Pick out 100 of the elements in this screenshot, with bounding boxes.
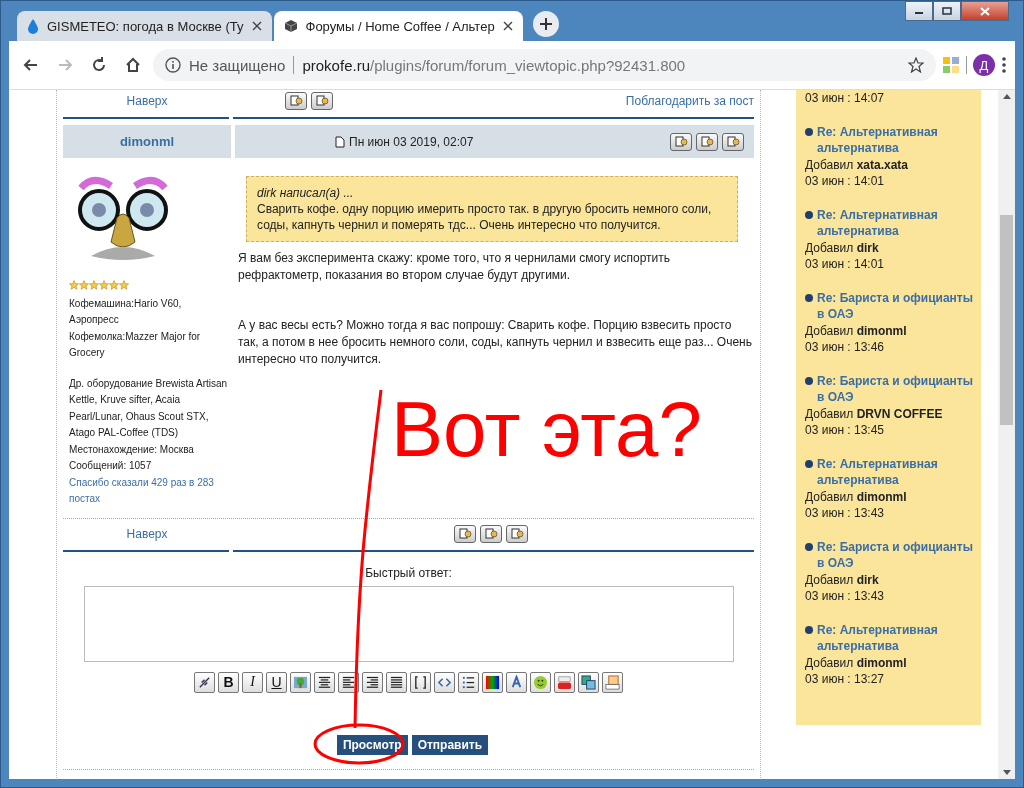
bold-button[interactable]: B — [218, 671, 239, 693]
list-button[interactable] — [458, 671, 479, 693]
profile-field: Кофемашина:Hario V60, Аэропресс — [69, 295, 231, 329]
scroll-up-icon[interactable] — [1002, 94, 1011, 99]
quote-text: Сварить кофе. одну порцию имерить просто так. в другую бросить немного соли, соды, капнуть чернил и померять тдс... Очень интересно что получится. — [257, 201, 713, 233]
scroll-thumb[interactable] — [1000, 214, 1013, 425]
document-icon — [335, 135, 345, 148]
profile-field: Сообщений: 1057 — [69, 458, 231, 475]
link-button[interactable] — [194, 671, 215, 693]
close-button[interactable] — [961, 1, 1009, 21]
post-time: 03 июн : 13:46 — [805, 339, 886, 356]
profile-field: Др. оборудование Brewista Artisan Kettle, Kruve sifter, Acaia Pearl/Lunar, Ohaus Scout STX, Atago PAL-Coffee (TDS) — [69, 375, 231, 442]
browser-tab[interactable]: Форумы / Home Coffee / Альтер — [273, 11, 523, 41]
post-text: А у вас весы есть? Можно тогда я вас попрошу: Сварить кофе. Порцию взвесить просто так, а потом в нее бросить немного соли, соды, капнуть чернил и взвесить еще раз... Очень интересно что получится. — [238, 317, 752, 368]
minimize-button[interactable] — [905, 1, 933, 21]
preview-button[interactable]: Просмотр — [336, 734, 408, 755]
color-icon — [485, 674, 500, 690]
right-button[interactable] — [362, 671, 383, 693]
post-byline: Добавил dirk — [805, 571, 880, 588]
center-button[interactable] — [314, 671, 335, 693]
close-icon[interactable] — [251, 21, 262, 31]
video-button[interactable] — [554, 671, 575, 693]
post-time: 03 июн : 13:43 — [805, 588, 886, 605]
back-to-top-link[interactable]: Наверх — [126, 94, 168, 108]
back-to-top-link[interactable]: Наверх — [126, 526, 168, 541]
quote-author: dirk написал(а) ... — [257, 185, 355, 201]
info-icon[interactable] — [165, 57, 181, 73]
post-byline: Добавил dirk — [805, 239, 880, 256]
bullet-icon — [805, 210, 813, 219]
topic-link[interactable]: Re: Альтернативная альтернатива — [817, 123, 976, 157]
topic-link[interactable]: Re: Бариста и официанты в ОАЭ — [817, 372, 976, 406]
profile-field: Местонахождение: Москва — [69, 441, 231, 458]
font-icon — [509, 674, 524, 690]
post-time: 03 июн : 13:45 — [805, 422, 886, 439]
maximize-button[interactable] — [933, 1, 961, 21]
bullet-icon — [805, 293, 813, 302]
underline-button[interactable]: U — [266, 671, 287, 693]
maximize-icon — [942, 7, 952, 15]
html-icon — [605, 674, 620, 690]
left-icon — [341, 674, 356, 690]
profile-field: Кофемолка:Mazzer Major for Grocery — [69, 328, 231, 362]
topic-link[interactable]: Re: Бариста и официанты в ОАЭ — [817, 538, 976, 572]
code-button[interactable] — [434, 671, 455, 693]
post-byline: Добавил dimonml — [805, 322, 908, 339]
security-label: Не защищено — [189, 56, 286, 74]
scrollbar[interactable] — [998, 90, 1015, 779]
post-date: Пн июн 03 2019, 02:07 — [349, 134, 474, 149]
bullet-icon — [805, 459, 813, 468]
italic-button[interactable]: I — [242, 671, 263, 693]
post-time: 03 июн : 14:07 — [805, 90, 886, 107]
post-time: 03 июн : 14:01 — [805, 256, 886, 273]
picture-button[interactable] — [578, 671, 599, 693]
justify-icon — [389, 674, 404, 690]
quick-reply-label: Быстрый ответ: — [364, 565, 453, 580]
address-bar[interactable]: Не защищено prokofe.ru/plugins/forum/forum_viewtopic.php?92431.800 — [153, 49, 936, 81]
bullet-icon — [805, 376, 813, 385]
brackets-icon — [413, 674, 428, 690]
post-byline: Добавил DRVN COFFEE — [805, 405, 944, 422]
picture-icon — [581, 674, 596, 690]
close-icon — [980, 6, 990, 16]
topic-link[interactable]: Re: Бариста и официанты в ОАЭ — [817, 289, 976, 323]
video-icon — [557, 674, 572, 690]
topic-link[interactable]: Re: Альтернативная альтернатива — [817, 455, 976, 489]
smiley-icon — [533, 674, 548, 690]
list-icon — [461, 674, 476, 690]
menu-icon[interactable] — [1001, 56, 1007, 74]
post-byline: Добавил dimonml — [805, 654, 908, 671]
thank-link[interactable]: Поблагодарить за пост — [625, 94, 754, 108]
star-icon[interactable] — [908, 57, 924, 73]
justify-button[interactable] — [386, 671, 407, 693]
html-button[interactable] — [602, 671, 623, 693]
topic-link[interactable]: Re: Альтернативная альтернатива — [817, 206, 976, 240]
url-text: prokofe.ru/plugins/forum/forum_viewtopic.php?92431.800 — [302, 56, 686, 74]
bullet-icon — [805, 625, 813, 634]
bullet-icon — [805, 542, 813, 551]
plus-icon — [538, 17, 553, 31]
post-time: 03 июн : 13:43 — [805, 505, 886, 522]
post-time: 03 июн : 14:01 — [805, 173, 886, 190]
smiley-button[interactable] — [530, 671, 551, 693]
bullet-icon — [805, 127, 813, 136]
font-button[interactable] — [506, 671, 527, 693]
image-icon — [293, 674, 308, 690]
scroll-down-icon[interactable] — [1002, 770, 1011, 775]
drop-icon — [27, 18, 39, 34]
post-byline: Добавил dimonml — [805, 488, 908, 505]
image-button[interactable] — [290, 671, 311, 693]
profile-avatar[interactable]: Д — [973, 54, 995, 76]
brackets-button[interactable] — [410, 671, 431, 693]
center-icon — [317, 674, 332, 690]
post-author[interactable]: dimonml — [63, 125, 231, 158]
handwritten-annotation: Вот эта? — [391, 390, 702, 468]
color-button[interactable] — [482, 671, 503, 693]
submit-button[interactable]: Отправить — [411, 734, 489, 755]
post-time: 03 июн : 13:27 — [805, 671, 886, 688]
post-text: Я вам без эксперимента скажу: кроме того, что я чернилами смогу испортить рефрактометр, показания во втором случае будут другими. — [238, 250, 672, 284]
new-tab-button[interactable] — [532, 11, 559, 37]
thanks-link[interactable]: Спасибо сказали 429 раз в 283 постах — [69, 474, 231, 508]
close-icon[interactable] — [502, 21, 513, 31]
browser-tab[interactable]: GISMETEO: погода в Москве (Ту — [17, 11, 272, 41]
topic-link[interactable]: Re: Альтернативная альтернатива — [817, 621, 976, 655]
